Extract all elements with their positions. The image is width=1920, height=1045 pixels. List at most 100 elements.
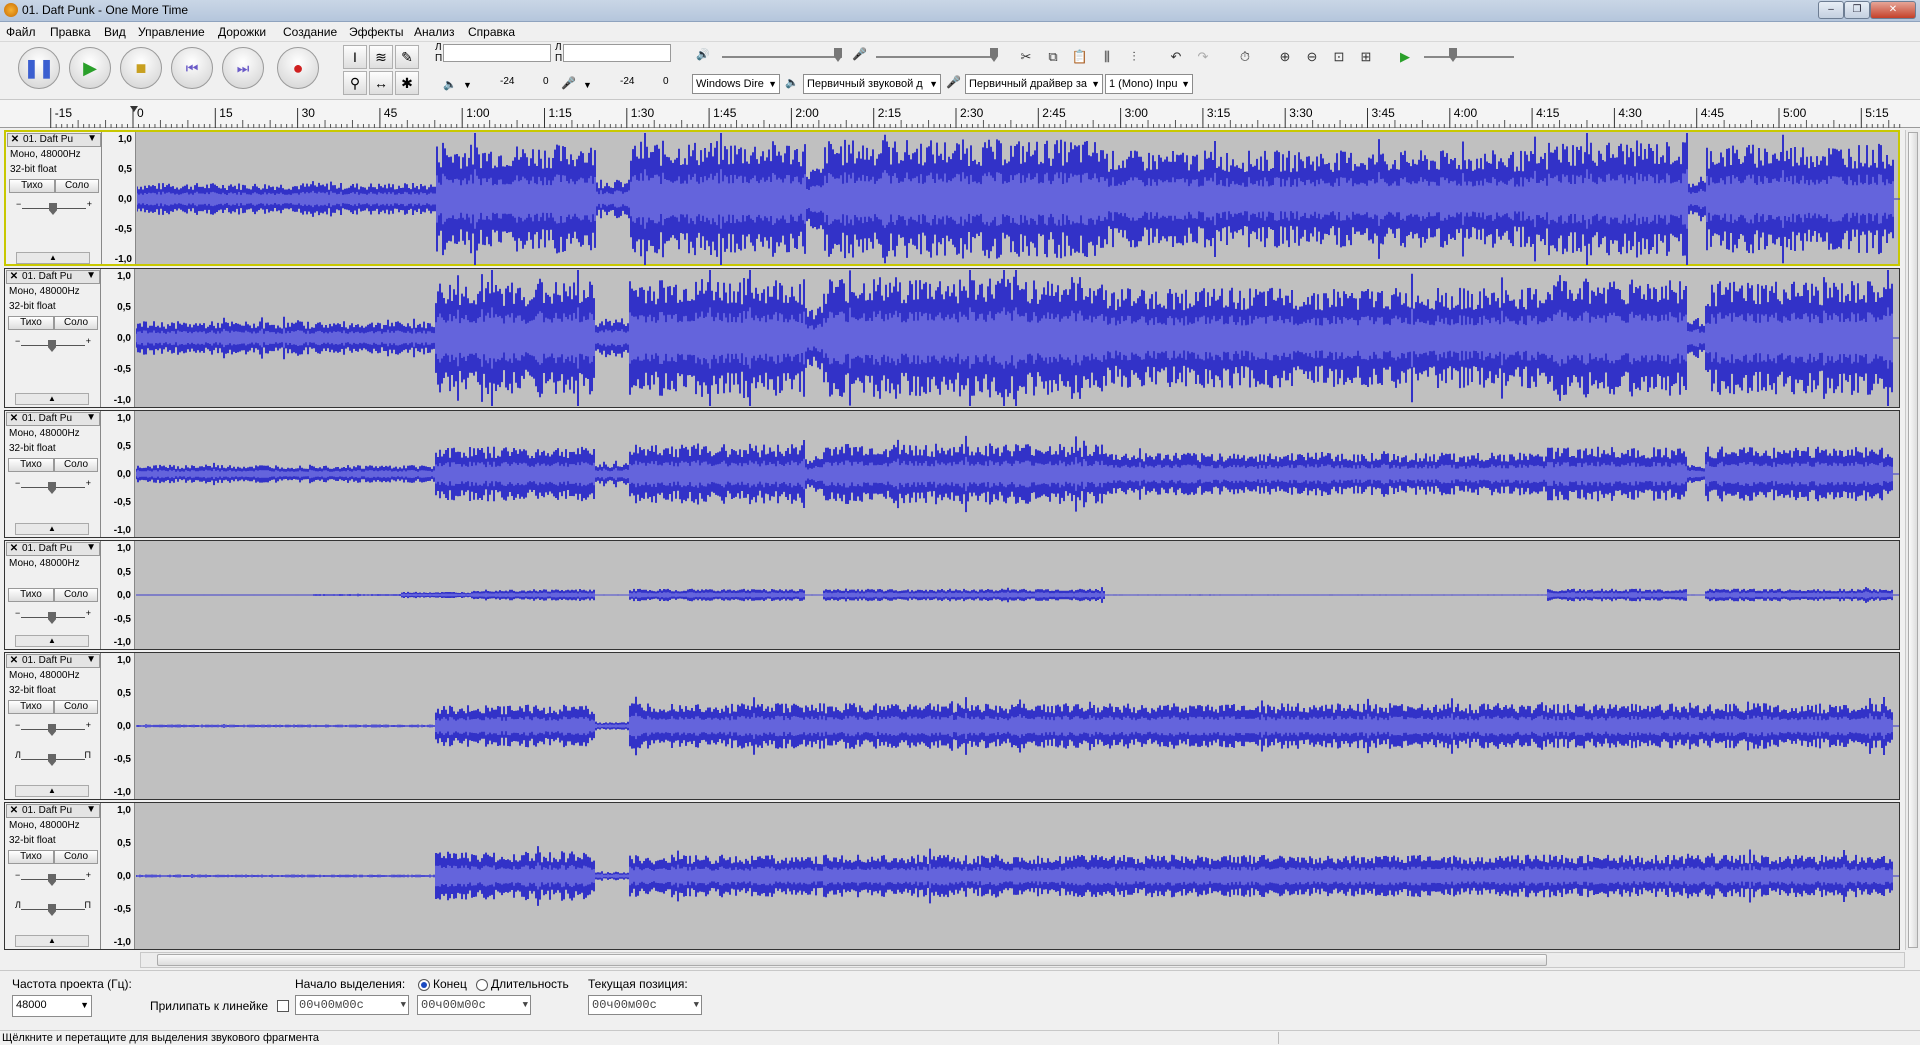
gain-slider[interactable]: − +	[15, 336, 91, 353]
menu-effects[interactable]: Эффекты	[349, 25, 404, 39]
audio-track[interactable]: ✕ 01. Daft Pu ▼ Моно, 48000Hz 32-bit float Ти…	[4, 268, 1900, 408]
mute-button[interactable]: Тихо	[9, 179, 55, 193]
redo-button[interactable]: ↷	[1191, 45, 1215, 69]
record-slider-thumb[interactable]	[990, 48, 998, 62]
mute-button[interactable]: Тихо	[8, 850, 54, 864]
horizontal-scrollbar[interactable]	[140, 952, 1905, 968]
selection-tool[interactable]: I	[343, 45, 367, 69]
chevron-down-icon[interactable]: ▼	[86, 804, 96, 816]
output-device-select[interactable]: Первичный звуковой д ▼	[803, 74, 941, 94]
horizontal-scroll-thumb[interactable]	[157, 954, 1547, 966]
gain-slider[interactable]: − +	[15, 720, 91, 737]
audio-track[interactable]: ✕ 01. Daft Pu ▼ Моно, 48000Hz 32-bit float Ти…	[4, 130, 1900, 266]
skip-start-button[interactable]: ⏮	[171, 47, 213, 89]
silence-button[interactable]: ⫶	[1122, 45, 1146, 69]
chevron-down-icon[interactable]: ▼	[463, 80, 472, 90]
solo-button[interactable]: Соло	[54, 588, 98, 602]
gain-slider[interactable]: − +	[15, 608, 91, 625]
copy-button[interactable]: ⧉	[1041, 45, 1065, 69]
gain-slider-thumb[interactable]	[48, 874, 56, 886]
pan-slider[interactable]: ЛП	[15, 750, 91, 767]
sync-lock-button[interactable]: ⏱	[1233, 45, 1257, 69]
chevron-down-icon[interactable]: ▼	[86, 542, 96, 554]
length-radio[interactable]	[476, 979, 488, 991]
audio-track[interactable]: ✕ 01. Daft Pu ▼ Моно, 48000Hz 32-bit float Ти…	[4, 802, 1900, 950]
host-select[interactable]: Windows Dire ▼	[692, 74, 780, 94]
menu-tracks[interactable]: Дорожки	[218, 25, 266, 39]
audio-track[interactable]: ✕ 01. Daft Pu ▼ Моно, 48000Hz 32-bit float Ти…	[4, 652, 1900, 800]
close-track-icon[interactable]: ✕	[8, 413, 20, 425]
mute-button[interactable]: Тихо	[8, 316, 54, 330]
menu-generate[interactable]: Создание	[283, 25, 337, 39]
collapse-track-button[interactable]: ▲	[15, 935, 89, 947]
chevron-down-icon[interactable]: ▼	[87, 133, 97, 145]
track-name-menu[interactable]: ✕ 01. Daft Pu ▼	[6, 654, 100, 668]
track-name-menu[interactable]: ✕ 01. Daft Pu ▼	[6, 542, 100, 556]
track-control-panel[interactable]: ✕ 01. Daft Pu ▼ Моно, 48000Hz 32-bit float Ти…	[5, 653, 101, 799]
playback-volume-slider[interactable]	[722, 56, 842, 58]
minimize-button[interactable]: –	[1818, 1, 1844, 19]
pause-button[interactable]: ❚❚	[18, 47, 60, 89]
volume-slider-thumb[interactable]	[834, 48, 842, 62]
close-track-icon[interactable]: ✕	[8, 271, 20, 283]
collapse-track-button[interactable]: ▲	[16, 252, 90, 264]
menu-view[interactable]: Вид	[104, 25, 126, 39]
solo-button[interactable]: Соло	[54, 316, 98, 330]
trim-button[interactable]: ⫼	[1095, 45, 1119, 69]
selection-start-time[interactable]: 00ч00м00с ▼	[295, 995, 409, 1015]
play-at-speed-button[interactable]: ▶	[1393, 45, 1417, 69]
collapse-track-button[interactable]: ▲	[15, 393, 89, 405]
input-device-select[interactable]: Первичный драйвер за ▼	[965, 74, 1103, 94]
mute-button[interactable]: Тихо	[8, 700, 54, 714]
pan-slider-thumb[interactable]	[48, 904, 56, 916]
record-button[interactable]: ●	[277, 47, 319, 89]
chevron-down-icon[interactable]: ▼	[86, 412, 96, 424]
maximize-button[interactable]: ❐	[1844, 1, 1870, 19]
track-control-panel[interactable]: ✕ 01. Daft Pu ▼ Моно, 48000Hz 32-bit float Ти…	[5, 269, 101, 407]
fit-project-button[interactable]: ⊞	[1354, 45, 1378, 69]
track-control-panel[interactable]: ✕ 01. Daft Pu ▼ Моно, 48000Hz 32-bit float Ти…	[5, 411, 101, 537]
recording-meter[interactable]	[563, 44, 671, 62]
menu-transport[interactable]: Управление	[138, 25, 205, 39]
gain-slider-thumb[interactable]	[49, 203, 57, 215]
waveform[interactable]	[136, 132, 1900, 265]
solo-button[interactable]: Соло	[54, 850, 98, 864]
cut-button[interactable]: ✂	[1014, 45, 1038, 69]
track-name-menu[interactable]: ✕ 01. Daft Pu ▼	[7, 133, 101, 147]
input-channels-select[interactable]: 1 (Mono) Inpu ▼	[1105, 74, 1193, 94]
gain-slider[interactable]: − +	[16, 199, 92, 216]
stop-button[interactable]: ■	[120, 47, 162, 89]
close-track-icon[interactable]: ✕	[9, 134, 21, 146]
skip-end-button[interactable]: ⏭	[222, 47, 264, 89]
zoom-tool[interactable]: ⚲	[343, 71, 367, 95]
chevron-down-icon[interactable]: ▼	[86, 270, 96, 282]
track-control-panel[interactable]: ✕ 01. Daft Pu ▼ Моно, 48000Hz 32-bit float Ти…	[5, 803, 101, 949]
close-button[interactable]: ✕	[1870, 1, 1916, 19]
speed-slider-thumb[interactable]	[1449, 48, 1457, 62]
gain-slider-thumb[interactable]	[48, 340, 56, 352]
track-name-menu[interactable]: ✕ 01. Daft Pu ▼	[6, 804, 100, 818]
waveform[interactable]	[135, 541, 1899, 649]
menu-help[interactable]: Справка	[468, 25, 515, 39]
snap-checkbox[interactable]	[277, 1000, 289, 1012]
menu-edit[interactable]: Правка	[50, 25, 91, 39]
project-rate-select[interactable]: 48000 ▼	[12, 995, 92, 1017]
collapse-track-button[interactable]: ▲	[15, 635, 89, 647]
close-track-icon[interactable]: ✕	[8, 805, 20, 817]
collapse-track-button[interactable]: ▲	[15, 785, 89, 797]
gain-slider[interactable]: − +	[15, 870, 91, 887]
close-track-icon[interactable]: ✕	[8, 543, 20, 555]
undo-button[interactable]: ↶	[1164, 45, 1188, 69]
gain-slider[interactable]: − +	[15, 478, 91, 495]
chevron-down-icon[interactable]: ▼	[583, 80, 592, 90]
play-speed-slider[interactable]	[1424, 56, 1514, 58]
fit-selection-button[interactable]: ⊡	[1327, 45, 1351, 69]
vertical-scroll-thumb[interactable]	[1908, 132, 1918, 948]
play-button[interactable]: ▶	[69, 47, 111, 89]
waveform[interactable]	[135, 803, 1899, 949]
time-shift-tool[interactable]: ↔	[369, 71, 393, 95]
paste-button[interactable]: 📋	[1068, 45, 1092, 69]
track-name-menu[interactable]: ✕ 01. Daft Pu ▼	[6, 270, 100, 284]
close-track-icon[interactable]: ✕	[8, 655, 20, 667]
selection-end-time[interactable]: 00ч00м00с ▼	[417, 995, 531, 1015]
